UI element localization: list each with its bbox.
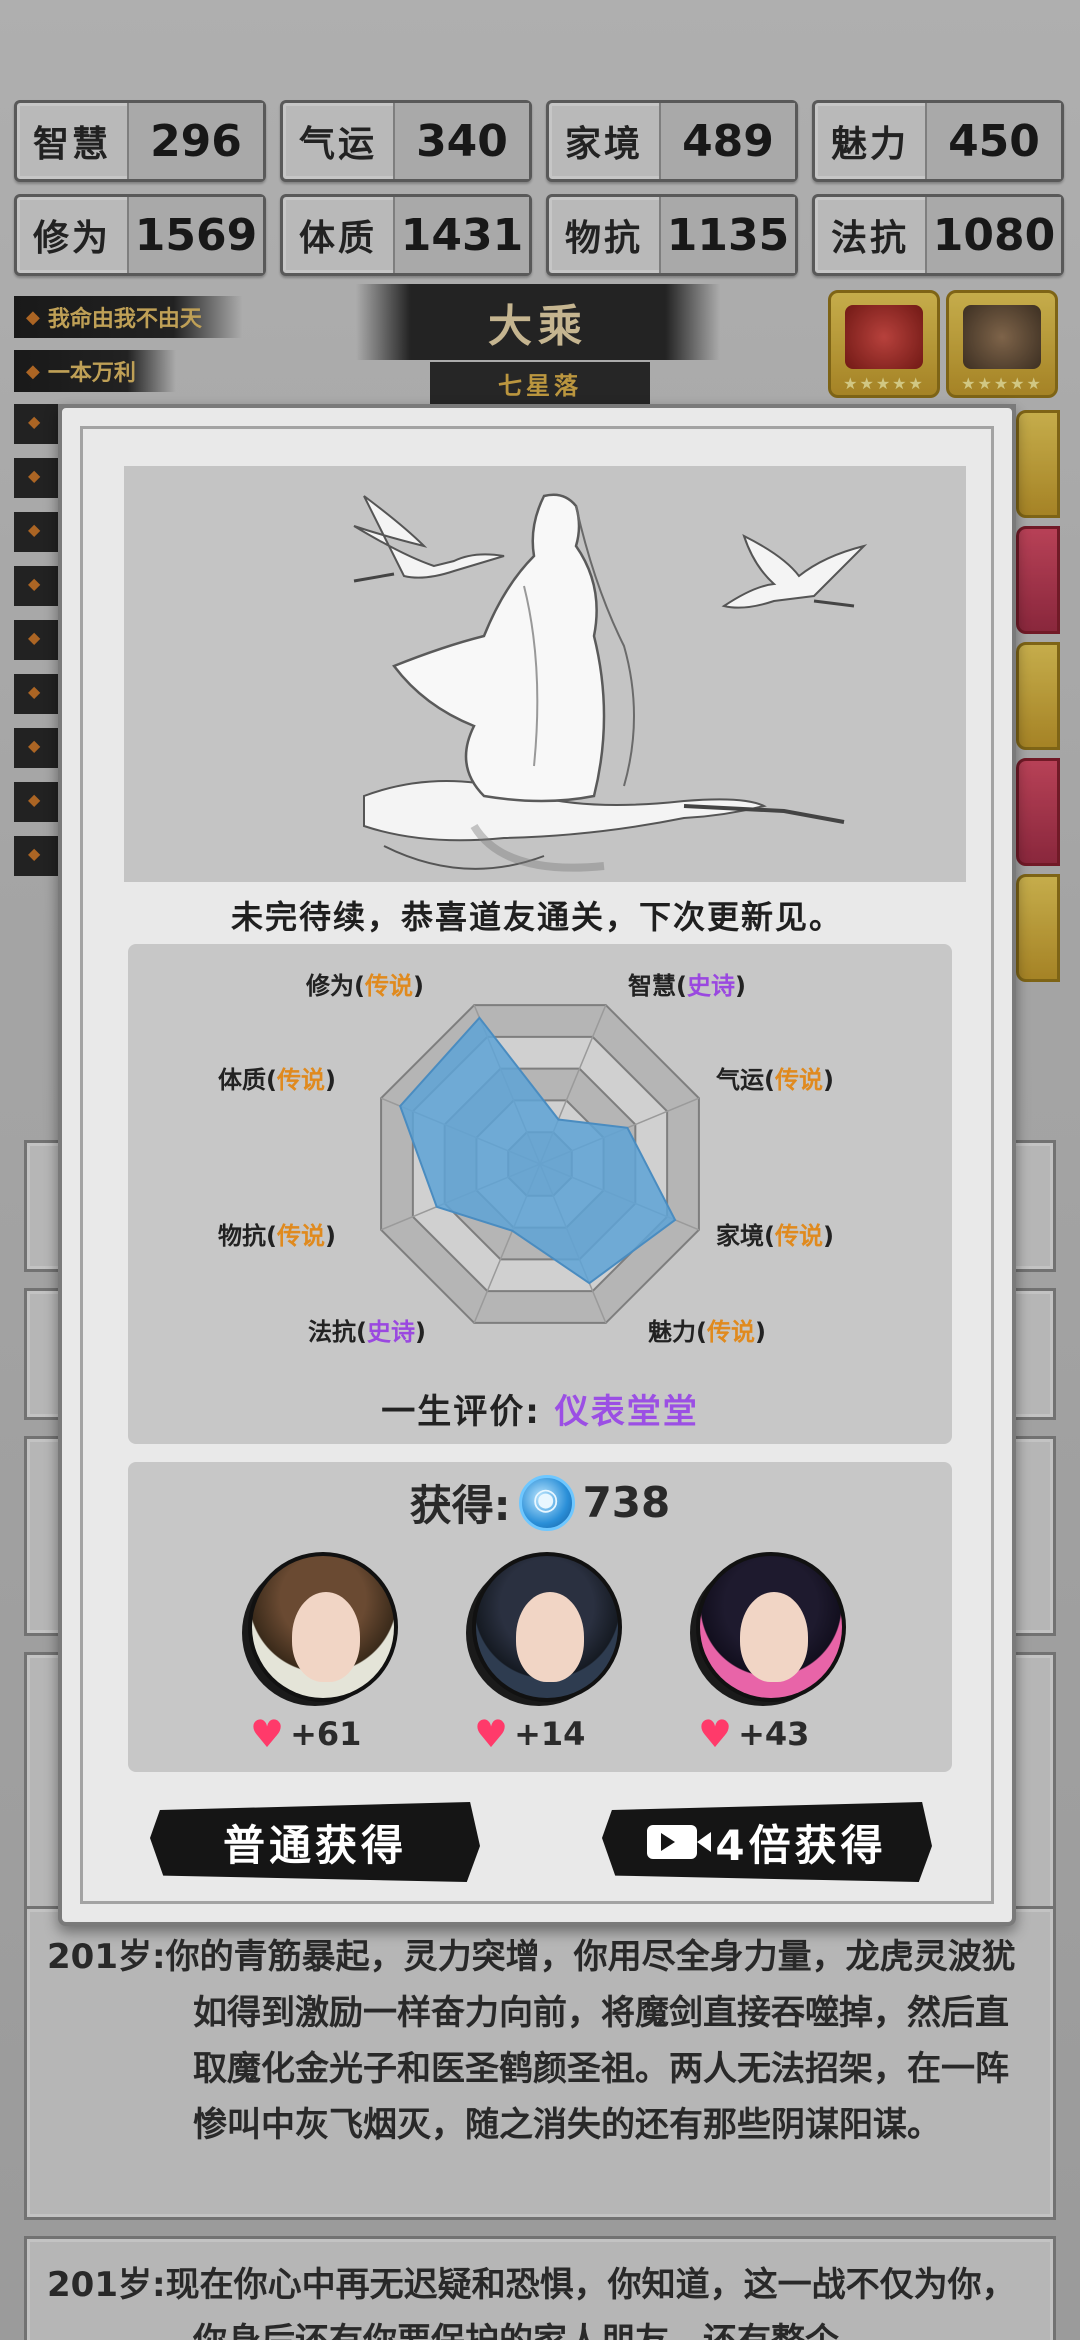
ending-modal: 未完待续，恭喜道友通关，下次更新见。 修为(传说) 智慧(史诗) 气运(传说) … — [58, 404, 1016, 1926]
radar-label-luck: 气运(传说) — [716, 1066, 834, 1094]
reward-title: 获得: 738 — [128, 1472, 952, 1533]
affinity-gain: ♥ +14 — [474, 1712, 585, 1756]
character-portrait[interactable] — [248, 1552, 398, 1702]
heart-icon: ♥ — [698, 1712, 733, 1756]
affinity-value: +14 — [514, 1715, 586, 1753]
affinity-value: +61 — [290, 1715, 362, 1753]
ad-claim-button[interactable]: 4倍获得 — [602, 1802, 932, 1882]
evaluation-value: 仪表堂堂 — [554, 1392, 699, 1432]
affinity-value: +43 — [738, 1715, 810, 1753]
portrait-face — [740, 1592, 808, 1682]
video-camera-icon — [647, 1825, 712, 1859]
evaluation-label: 一生评价: — [381, 1392, 541, 1432]
heart-icon: ♥ — [474, 1712, 509, 1756]
frame-corner — [988, 404, 1016, 432]
radar-chart — [380, 1004, 700, 1324]
portrait-face — [516, 1592, 584, 1682]
heart-icon: ♥ — [250, 1712, 285, 1756]
portrait-face — [292, 1592, 360, 1682]
radar-label-cultivation: 修为(传说) — [306, 972, 424, 1000]
character-portrait[interactable] — [472, 1552, 622, 1702]
reward-amount: 738 — [582, 1478, 671, 1527]
frame-corner — [58, 404, 86, 432]
radar-label-physique: 体质(传说) — [218, 1066, 336, 1094]
radar-label-phys-resist: 物抗(传说) — [218, 1222, 336, 1250]
ending-message: 未完待续，恭喜道友通关，下次更新见。 — [230, 898, 843, 936]
button-label: 4倍获得 — [715, 1820, 887, 1870]
affinity-gain: ♥ +43 — [698, 1712, 809, 1756]
attribute-radar-panel: 修为(传说) 智慧(史诗) 气运(传说) 家境(传说) 魅力(传说) 法抗(史诗… — [128, 944, 952, 1444]
ending-illustration — [124, 466, 966, 882]
spirit-stone-icon — [518, 1474, 575, 1531]
reward-label: 获得: — [409, 1481, 511, 1530]
affinity-gain: ♥ +61 — [250, 1712, 361, 1756]
life-evaluation: 一生评价: 仪表堂堂 — [128, 1384, 952, 1433]
radar-label-charm: 魅力(传说) — [648, 1318, 766, 1346]
radar-label-magic-resist: 法抗(史诗) — [308, 1318, 426, 1346]
character-portrait[interactable] — [696, 1552, 846, 1702]
button-label: 普通获得 — [222, 1820, 407, 1870]
reward-panel: 获得: 738 ♥+61 ♥+14 ♥+43 — [128, 1462, 952, 1772]
normal-claim-button[interactable]: 普通获得 — [150, 1802, 480, 1882]
radar-label-family: 家境(传说) — [716, 1222, 834, 1250]
radar-label-wisdom: 智慧(史诗) — [628, 972, 746, 1000]
